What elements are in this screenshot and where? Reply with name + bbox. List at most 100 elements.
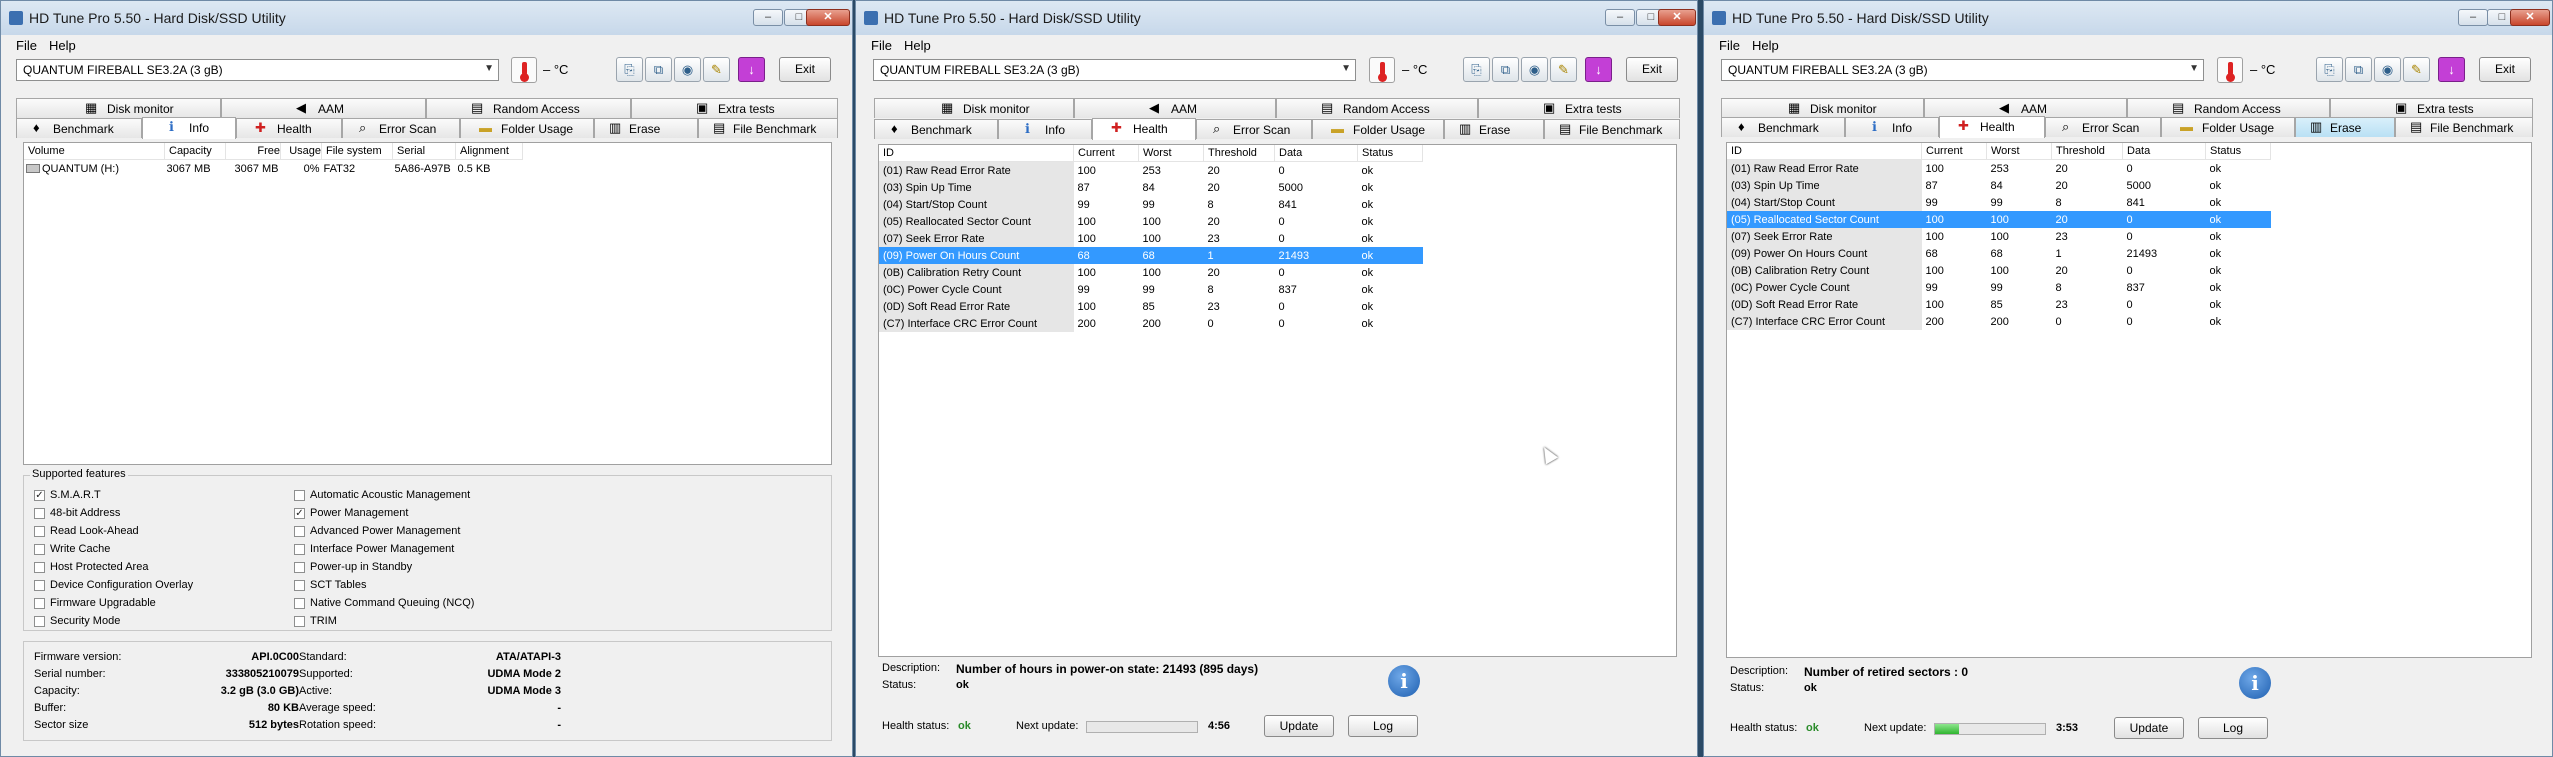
tab-health[interactable]: ✚ Health <box>236 118 342 138</box>
tab-disk-monitor[interactable]: ▦ Disk monitor <box>1721 98 1924 118</box>
tab-file-benchmark[interactable]: ▤ File Benchmark <box>1544 119 1680 139</box>
col-alignment[interactable]: Alignment <box>455 143 523 160</box>
log-button[interactable]: Log <box>2198 717 2268 739</box>
exit-button[interactable]: Exit <box>779 57 831 82</box>
smart-row[interactable]: (04) Start/Stop Count 99 99 8 841 ok <box>1727 194 2271 211</box>
feature-checkbox[interactable] <box>294 544 305 555</box>
tab-random-access[interactable]: ▤ Random Access <box>2127 98 2330 118</box>
menu-help[interactable]: Help <box>904 38 931 53</box>
tab-benchmark[interactable]: ♦ Benchmark <box>1721 117 1845 137</box>
close-button[interactable]: ✕ <box>2510 9 2550 26</box>
smart-row[interactable]: (0C) Power Cycle Count 99 99 8 837 ok <box>1727 279 2271 296</box>
col-volume[interactable]: Volume <box>24 143 165 160</box>
col-capacity[interactable]: Capacity <box>164 143 226 160</box>
smart-row[interactable]: (09) Power On Hours Count 68 68 1 21493 ok <box>1727 245 2271 262</box>
tab-extra-tests[interactable]: ▣ Extra tests <box>631 98 838 118</box>
feature-checkbox[interactable] <box>34 580 45 591</box>
feature-checkbox[interactable] <box>294 562 305 573</box>
col-data[interactable]: Data <box>1274 145 1358 162</box>
feature-checkbox[interactable]: ✓ <box>294 508 305 519</box>
col-current[interactable]: Current <box>1921 143 1987 160</box>
options-icon[interactable]: ✎ <box>703 57 730 82</box>
menu-help[interactable]: Help <box>49 38 76 53</box>
tab-random-access[interactable]: ▤ Random Access <box>426 98 631 118</box>
tab-aam[interactable]: ◀ AAM <box>1074 98 1276 118</box>
smart-row[interactable]: (0B) Calibration Retry Count 100 100 20 0 ok <box>1727 262 2271 279</box>
minimize-button[interactable]: – <box>2458 9 2488 26</box>
minimize-button[interactable]: – <box>753 9 783 26</box>
col-data[interactable]: Data <box>2122 143 2206 160</box>
close-button[interactable]: ✕ <box>806 9 850 26</box>
tab-folder-usage[interactable]: ▬ Folder Usage <box>1312 119 1444 139</box>
col-file-system[interactable]: File system <box>321 143 393 160</box>
feature-checkbox[interactable] <box>294 526 305 537</box>
col-status[interactable]: Status <box>1357 145 1423 162</box>
feature-checkbox[interactable]: ✓ <box>34 490 45 501</box>
tab-error-scan[interactable]: ⌕ Error Scan <box>342 118 460 138</box>
col-worst[interactable]: Worst <box>1138 145 1204 162</box>
tab-file-benchmark[interactable]: ▤ File Benchmark <box>698 118 838 138</box>
title-bar[interactable]: HD Tune Pro 5.50 - Hard Disk/SSD Utility… <box>1704 1 2552 36</box>
tab-erase[interactable]: ▥ Erase <box>1444 119 1544 139</box>
tab-folder-usage[interactable]: ▬ Folder Usage <box>460 118 594 138</box>
smart-row[interactable]: (C7) Interface CRC Error Count 200 200 0 0 ok <box>879 315 1423 332</box>
log-button[interactable]: Log <box>1348 715 1418 737</box>
copy-icon[interactable]: ⎘ <box>1463 57 1490 82</box>
copy-all-icon[interactable]: ⧉ <box>645 57 672 82</box>
smart-row[interactable]: (05) Reallocated Sector Count 100 100 20 0 ok <box>879 213 1423 230</box>
drive-select[interactable]: QUANTUM FIREBALL SE3.2A (3 gB) ▼ <box>16 59 499 81</box>
feature-checkbox[interactable] <box>34 562 45 573</box>
smart-row[interactable]: (01) Raw Read Error Rate 100 253 20 0 ok <box>1727 159 2271 177</box>
smart-row[interactable]: (04) Start/Stop Count 99 99 8 841 ok <box>879 196 1423 213</box>
screenshot-icon[interactable]: ◉ <box>674 57 701 82</box>
col-usage[interactable]: Usage <box>280 143 322 160</box>
tab-health[interactable]: ✚ Health <box>1939 116 2045 138</box>
tab-info[interactable]: ℹ Info <box>1845 117 1939 137</box>
smart-row[interactable]: (0D) Soft Read Error Rate 100 85 23 0 ok <box>879 298 1423 315</box>
volume-row[interactable]: QUANTUM (H:) 3067 MB 3067 MB 0% FAT32 5A… <box>24 160 523 178</box>
tab-health[interactable]: ✚ Health <box>1092 118 1196 140</box>
smart-row[interactable]: (0C) Power Cycle Count 99 99 8 837 ok <box>879 281 1423 298</box>
feature-checkbox[interactable] <box>34 526 45 537</box>
feature-checkbox[interactable] <box>34 508 45 519</box>
options-icon[interactable]: ✎ <box>1550 57 1577 82</box>
smart-row[interactable]: (07) Seek Error Rate 100 100 23 0 ok <box>1727 228 2271 245</box>
close-button[interactable]: ✕ <box>1658 9 1696 26</box>
feature-checkbox[interactable] <box>34 616 45 627</box>
tab-info[interactable]: ℹ Info <box>142 117 236 139</box>
col-threshold[interactable]: Threshold <box>2051 143 2123 160</box>
menu-file[interactable]: File <box>16 38 37 53</box>
smart-row[interactable]: (09) Power On Hours Count 68 68 1 21493 ok <box>879 247 1423 264</box>
col-current[interactable]: Current <box>1073 145 1139 162</box>
title-bar[interactable]: HD Tune Pro 5.50 - Hard Disk/SSD Utility… <box>1 1 852 36</box>
smart-row[interactable]: (0B) Calibration Retry Count 100 100 20 0 ok <box>879 264 1423 281</box>
col-threshold[interactable]: Threshold <box>1203 145 1275 162</box>
menu-help[interactable]: Help <box>1752 38 1779 53</box>
smart-row[interactable]: (05) Reallocated Sector Count 100 100 20 0 ok <box>1727 211 2271 228</box>
smart-row[interactable]: (01) Raw Read Error Rate 100 253 20 0 ok <box>879 161 1423 179</box>
tab-aam[interactable]: ◀ AAM <box>221 98 426 118</box>
feature-checkbox[interactable] <box>294 616 305 627</box>
smart-row[interactable]: (0D) Soft Read Error Rate 100 85 23 0 ok <box>1727 296 2271 313</box>
exit-button[interactable]: Exit <box>2479 57 2531 82</box>
col-id[interactable]: ID <box>1727 143 1922 160</box>
tab-aam[interactable]: ◀ AAM <box>1924 98 2127 118</box>
tab-extra-tests[interactable]: ▣ Extra tests <box>1478 98 1680 118</box>
tab-benchmark[interactable]: ♦ Benchmark <box>16 118 142 138</box>
tab-info[interactable]: ℹ Info <box>998 119 1092 139</box>
tab-disk-monitor[interactable]: ▦ Disk monitor <box>874 98 1074 118</box>
tab-erase[interactable]: ▥ Erase <box>2295 117 2395 137</box>
tab-disk-monitor[interactable]: ▦ Disk monitor <box>16 98 221 118</box>
save-icon[interactable]: ↓ <box>1585 57 1612 82</box>
col-serial[interactable]: Serial <box>392 143 456 160</box>
smart-row[interactable]: (C7) Interface CRC Error Count 200 200 0 0 ok <box>1727 313 2271 330</box>
screenshot-icon[interactable]: ◉ <box>2374 57 2401 82</box>
tab-error-scan[interactable]: ⌕ Error Scan <box>2045 117 2161 137</box>
feature-checkbox[interactable] <box>294 490 305 501</box>
update-button[interactable]: Update <box>2114 717 2184 739</box>
copy-all-icon[interactable]: ⧉ <box>1492 57 1519 82</box>
tab-benchmark[interactable]: ♦ Benchmark <box>874 119 998 139</box>
col-status[interactable]: Status <box>2205 143 2271 160</box>
feature-checkbox[interactable] <box>34 544 45 555</box>
tab-error-scan[interactable]: ⌕ Error Scan <box>1196 119 1312 139</box>
